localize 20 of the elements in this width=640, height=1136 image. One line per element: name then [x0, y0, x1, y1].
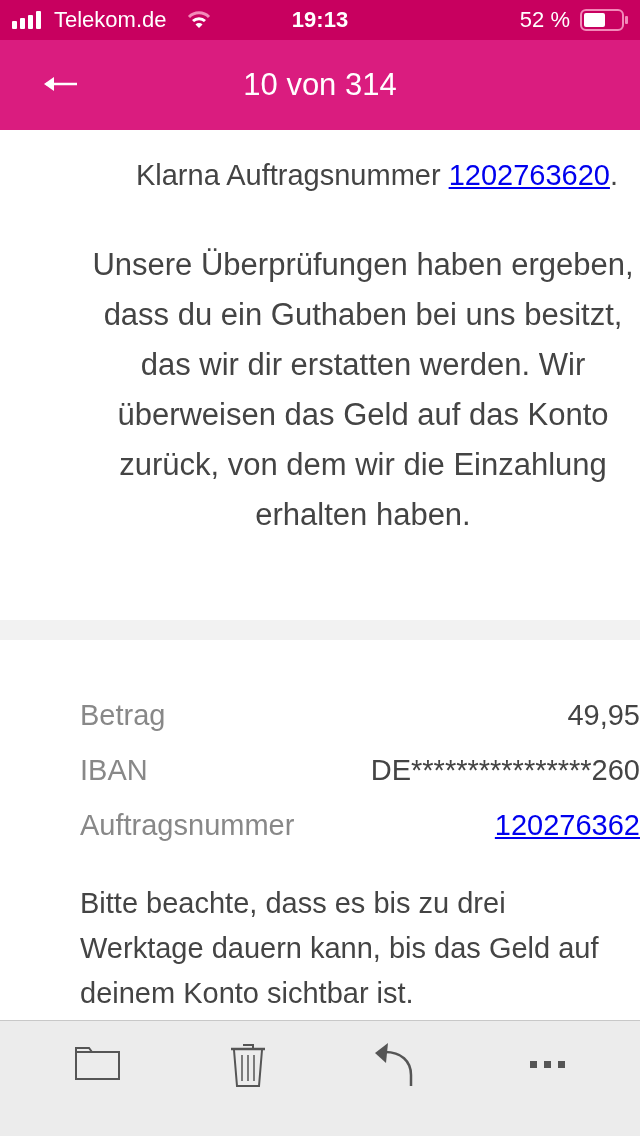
detail-label: Auftragsnummer	[80, 808, 295, 843]
battery-percent: 52 %	[519, 7, 570, 33]
battery-icon	[580, 9, 628, 31]
transfer-note: Bitte beachte, dass es bis zu drei Werktage dauern kann, bis das Geld auf deinem Konto sichtbar ist.	[80, 886, 600, 1011]
more-icon	[530, 1061, 566, 1068]
order-number-link[interactable]: 1202763620	[448, 159, 610, 191]
order-sentence: Klarna Auftragsnummer 1202763620.	[134, 158, 619, 193]
carrier-name: Telekom.de	[54, 7, 167, 33]
detail-label: Betrag	[80, 698, 167, 733]
detail-value: 49,95	[567, 698, 640, 733]
trash-icon	[229, 1043, 266, 1087]
wifi-icon	[186, 11, 211, 29]
refund-paragraph: Unsere Überprüfungen haben ergeben, dass du ein Guthaben bei uns besitzt, das wir dir erstatten werden. Wir überweisen das Geld auf das Konto zurück, von dem wir die Einzahlung erhalten haben.	[91, 246, 635, 534]
status-time: 19:13	[291, 7, 349, 33]
detail-link[interactable]: 120276362	[494, 805, 640, 846]
detail-label: IBAN	[80, 753, 149, 788]
message-counter: 10 von 314	[243, 67, 397, 103]
detail-value: DE****************260	[370, 753, 640, 788]
back-arrow-icon	[44, 76, 78, 92]
trash-button[interactable]	[229, 1043, 266, 1087]
